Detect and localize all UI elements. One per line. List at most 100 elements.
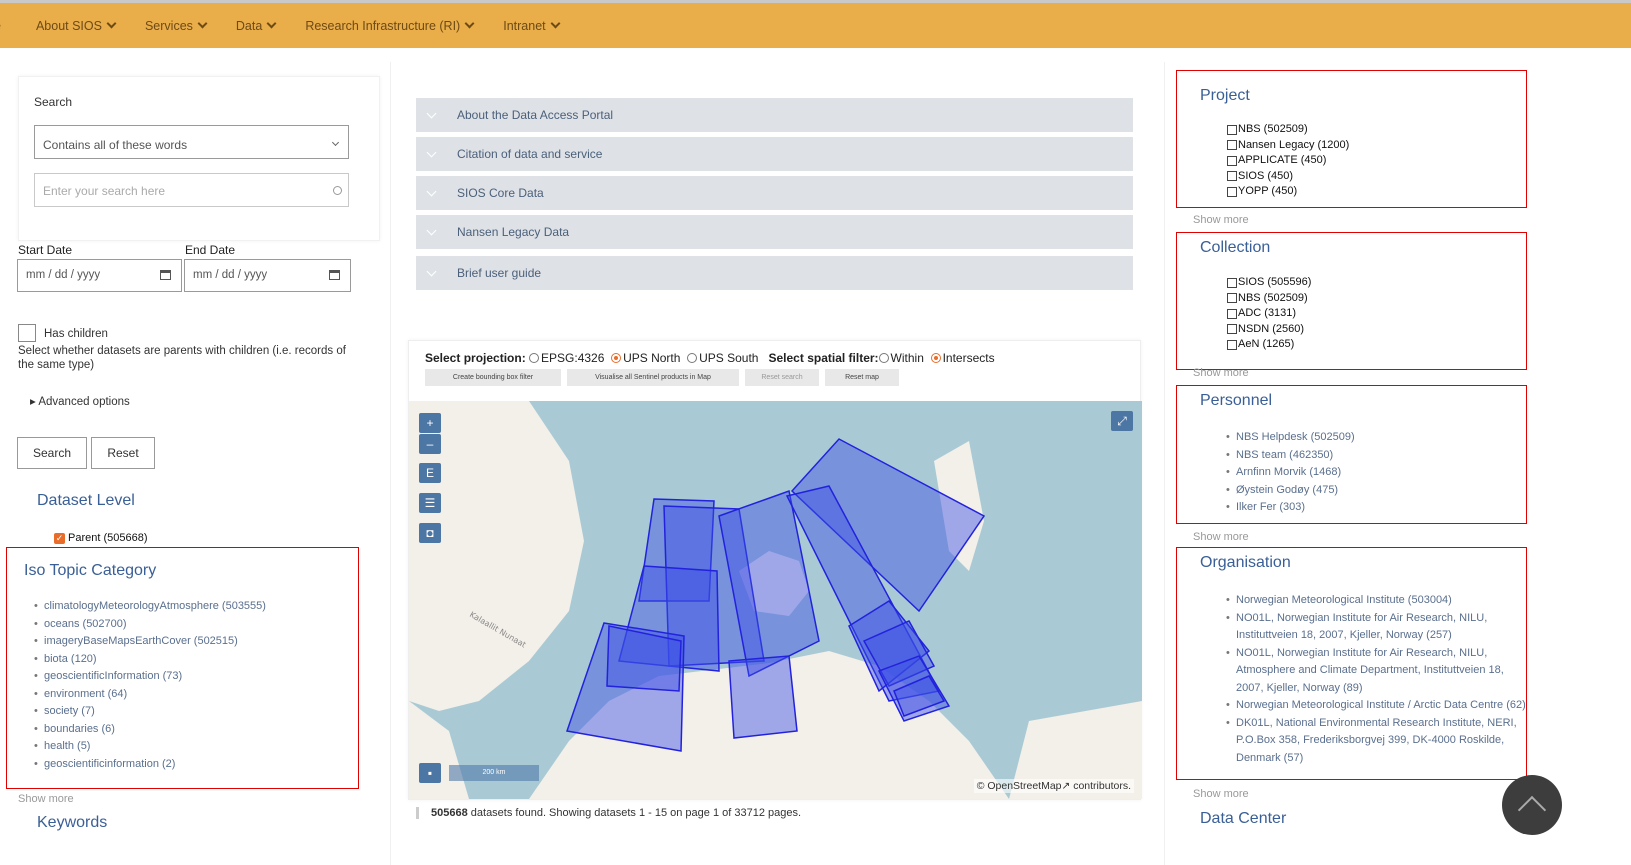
list-item[interactable]: NBS team (462350) bbox=[1222, 447, 1355, 465]
accordion-label: Citation of data and service bbox=[457, 147, 603, 161]
chevron-down-icon bbox=[106, 18, 117, 29]
nav-item-home[interactable]: e bbox=[0, 19, 1, 33]
list-item[interactable]: Norwegian Meteorological Institute / Arc… bbox=[1222, 697, 1527, 715]
layers-icon[interactable]: ☰ bbox=[419, 493, 441, 513]
map-attribution[interactable]: © OpenStreetMap↗ contributors. bbox=[973, 779, 1134, 793]
radio-within[interactable]: Within bbox=[878, 351, 924, 365]
project-option[interactable]: NBS (502509) bbox=[1227, 122, 1349, 138]
dataset-footprint-polygon[interactable] bbox=[728, 655, 798, 739]
nav-item-data[interactable]: Data bbox=[236, 19, 277, 33]
calendar-icon[interactable] bbox=[329, 270, 340, 280]
list-item[interactable]: Arnfinn Morvik (1468) bbox=[1222, 464, 1355, 482]
radio-ups-north[interactable]: UPS North bbox=[611, 351, 680, 365]
checkbox[interactable] bbox=[1227, 324, 1237, 335]
accordion-sios-core-data[interactable]: SIOS Core Data bbox=[416, 176, 1133, 210]
create-bbox-filter-button[interactable]: Create bounding box filter bbox=[425, 369, 561, 386]
reset-map-button[interactable]: Reset map bbox=[825, 369, 899, 386]
checkbox[interactable] bbox=[1227, 155, 1237, 166]
list-item[interactable]: environment (64) bbox=[30, 686, 266, 704]
accordion-label: Nansen Legacy Data bbox=[457, 225, 570, 239]
chevron-down-icon bbox=[550, 18, 561, 29]
search-button[interactable]: Search bbox=[17, 437, 87, 469]
advanced-options-toggle[interactable]: ▸ Advanced options bbox=[30, 395, 130, 409]
reset-search-button[interactable]: Reset search bbox=[745, 369, 819, 386]
checkbox[interactable] bbox=[1227, 140, 1237, 151]
accordion-label: SIOS Core Data bbox=[457, 186, 544, 200]
nav-item-services[interactable]: Services bbox=[145, 19, 208, 33]
organisation-show-more[interactable]: Show more bbox=[1193, 788, 1249, 800]
has-children-checkbox[interactable] bbox=[18, 324, 36, 342]
collection-option[interactable]: NBS (502509) bbox=[1227, 291, 1311, 307]
overview-toggle-icon[interactable]: ▪ bbox=[419, 763, 441, 783]
calendar-icon[interactable] bbox=[160, 270, 171, 280]
search-mode-select[interactable]: Contains all of these words bbox=[34, 125, 349, 159]
list-item[interactable]: oceans (502700) bbox=[30, 616, 266, 634]
checkbox[interactable] bbox=[1227, 277, 1237, 288]
collection-option[interactable]: SIOS (505596) bbox=[1227, 275, 1311, 291]
start-date-label: Start Date bbox=[18, 243, 73, 257]
end-date-input[interactable]: mm / dd / yyyy bbox=[184, 259, 351, 292]
project-option[interactable]: YOPP (450) bbox=[1227, 184, 1349, 200]
zoom-out-button[interactable]: – bbox=[419, 434, 441, 454]
reset-button[interactable]: Reset bbox=[91, 437, 155, 469]
list-item[interactable]: geoscientificinformation (2) bbox=[30, 756, 266, 774]
list-item[interactable]: NO01L, Norwegian Institute for Air Resea… bbox=[1222, 645, 1527, 698]
accordion-nansen-legacy[interactable]: Nansen Legacy Data bbox=[416, 215, 1133, 249]
map-canvas[interactable]: Kalaallit Nunaat + – E ☰ ◘ ⤢ ▪ 200 km © … bbox=[409, 401, 1142, 799]
checkbox[interactable] bbox=[1227, 186, 1237, 197]
search-mode-value: Contains all of these words bbox=[43, 138, 188, 152]
project-option[interactable]: SIOS (450) bbox=[1227, 169, 1349, 185]
checkbox-checked-icon[interactable]: ✓ bbox=[54, 532, 65, 544]
list-item[interactable]: health (5) bbox=[30, 738, 266, 756]
accordion-user-guide[interactable]: Brief user guide bbox=[416, 256, 1133, 290]
results-summary: 505668 datasets found. Showing datasets … bbox=[416, 807, 801, 819]
start-date-input[interactable]: mm / dd / yyyy bbox=[17, 259, 182, 292]
fullscreen-icon[interactable]: ⤢ bbox=[1111, 411, 1133, 431]
personnel-heading: Personnel bbox=[1200, 392, 1273, 409]
collection-option[interactable]: NSDN (2560) bbox=[1227, 322, 1311, 338]
extent-icon[interactable]: E bbox=[419, 463, 441, 483]
map-graphic: Kalaallit Nunaat bbox=[409, 401, 1142, 799]
list-item[interactable]: Ilker Fer (303) bbox=[1222, 499, 1355, 517]
nav-item-about-sios[interactable]: About SIOS bbox=[36, 18, 117, 33]
checkbox[interactable] bbox=[1227, 124, 1237, 135]
accordion-about[interactable]: About the Data Access Portal bbox=[416, 98, 1133, 132]
project-show-more[interactable]: Show more bbox=[1193, 214, 1249, 226]
list-item[interactable]: society (7) bbox=[30, 703, 266, 721]
checkbox[interactable] bbox=[1227, 171, 1237, 182]
list-item[interactable]: imageryBaseMapsEarthCover (502515) bbox=[30, 633, 266, 651]
nav-item-intranet[interactable]: Intranet bbox=[503, 18, 561, 33]
iso-topic-show-more[interactable]: Show more bbox=[18, 793, 74, 805]
list-item[interactable]: climatologyMeteorologyAtmosphere (503555… bbox=[30, 598, 266, 616]
projection-label: Select projection: bbox=[425, 351, 526, 365]
accordion-citation[interactable]: Citation of data and service bbox=[416, 137, 1133, 171]
list-item[interactable]: boundaries (6) bbox=[30, 721, 266, 739]
checkbox[interactable] bbox=[1227, 308, 1237, 319]
project-option[interactable]: Nansen Legacy (1200) bbox=[1227, 138, 1349, 154]
collection-show-more[interactable]: Show more bbox=[1193, 367, 1249, 379]
collection-option[interactable]: ADC (3131) bbox=[1227, 306, 1311, 322]
list-item[interactable]: NO01L, Norwegian Institute for Air Resea… bbox=[1222, 610, 1527, 645]
list-item[interactable]: biota (120) bbox=[30, 651, 266, 669]
project-option[interactable]: APPLICATE (450) bbox=[1227, 153, 1349, 169]
nav-item-research-infrastructure[interactable]: Research Infrastructure (RI) bbox=[305, 19, 475, 33]
collection-option[interactable]: AeN (1265) bbox=[1227, 337, 1311, 353]
list-item[interactable]: Øystein Godøy (475) bbox=[1222, 482, 1355, 500]
list-item[interactable]: geoscientificInformation (73) bbox=[30, 668, 266, 686]
screenshot-icon[interactable]: ◘ bbox=[419, 523, 441, 543]
radio-intersects[interactable]: Intersects bbox=[930, 351, 995, 365]
scroll-to-top-button[interactable] bbox=[1502, 775, 1562, 835]
search-icon bbox=[333, 186, 342, 195]
zoom-in-button[interactable]: + bbox=[419, 413, 441, 433]
list-item[interactable]: Norwegian Meteorological Institute (5030… bbox=[1222, 592, 1527, 610]
list-item[interactable]: NBS Helpdesk (502509) bbox=[1222, 429, 1355, 447]
radio-epsg4326[interactable]: EPSG:4326 bbox=[529, 351, 604, 365]
personnel-show-more[interactable]: Show more bbox=[1193, 531, 1249, 543]
visualise-sentinel-button[interactable]: Visualise all Sentinel products in Map bbox=[567, 369, 739, 386]
checkbox[interactable] bbox=[1227, 293, 1237, 304]
checkbox[interactable] bbox=[1227, 339, 1237, 350]
dataset-level-parent[interactable]: ✓ Parent (505668) bbox=[54, 531, 148, 545]
list-item[interactable]: DK01L, National Environmental Research I… bbox=[1222, 715, 1527, 768]
radio-ups-south[interactable]: UPS South bbox=[687, 351, 758, 365]
search-input[interactable]: Enter your search here bbox=[34, 173, 349, 207]
